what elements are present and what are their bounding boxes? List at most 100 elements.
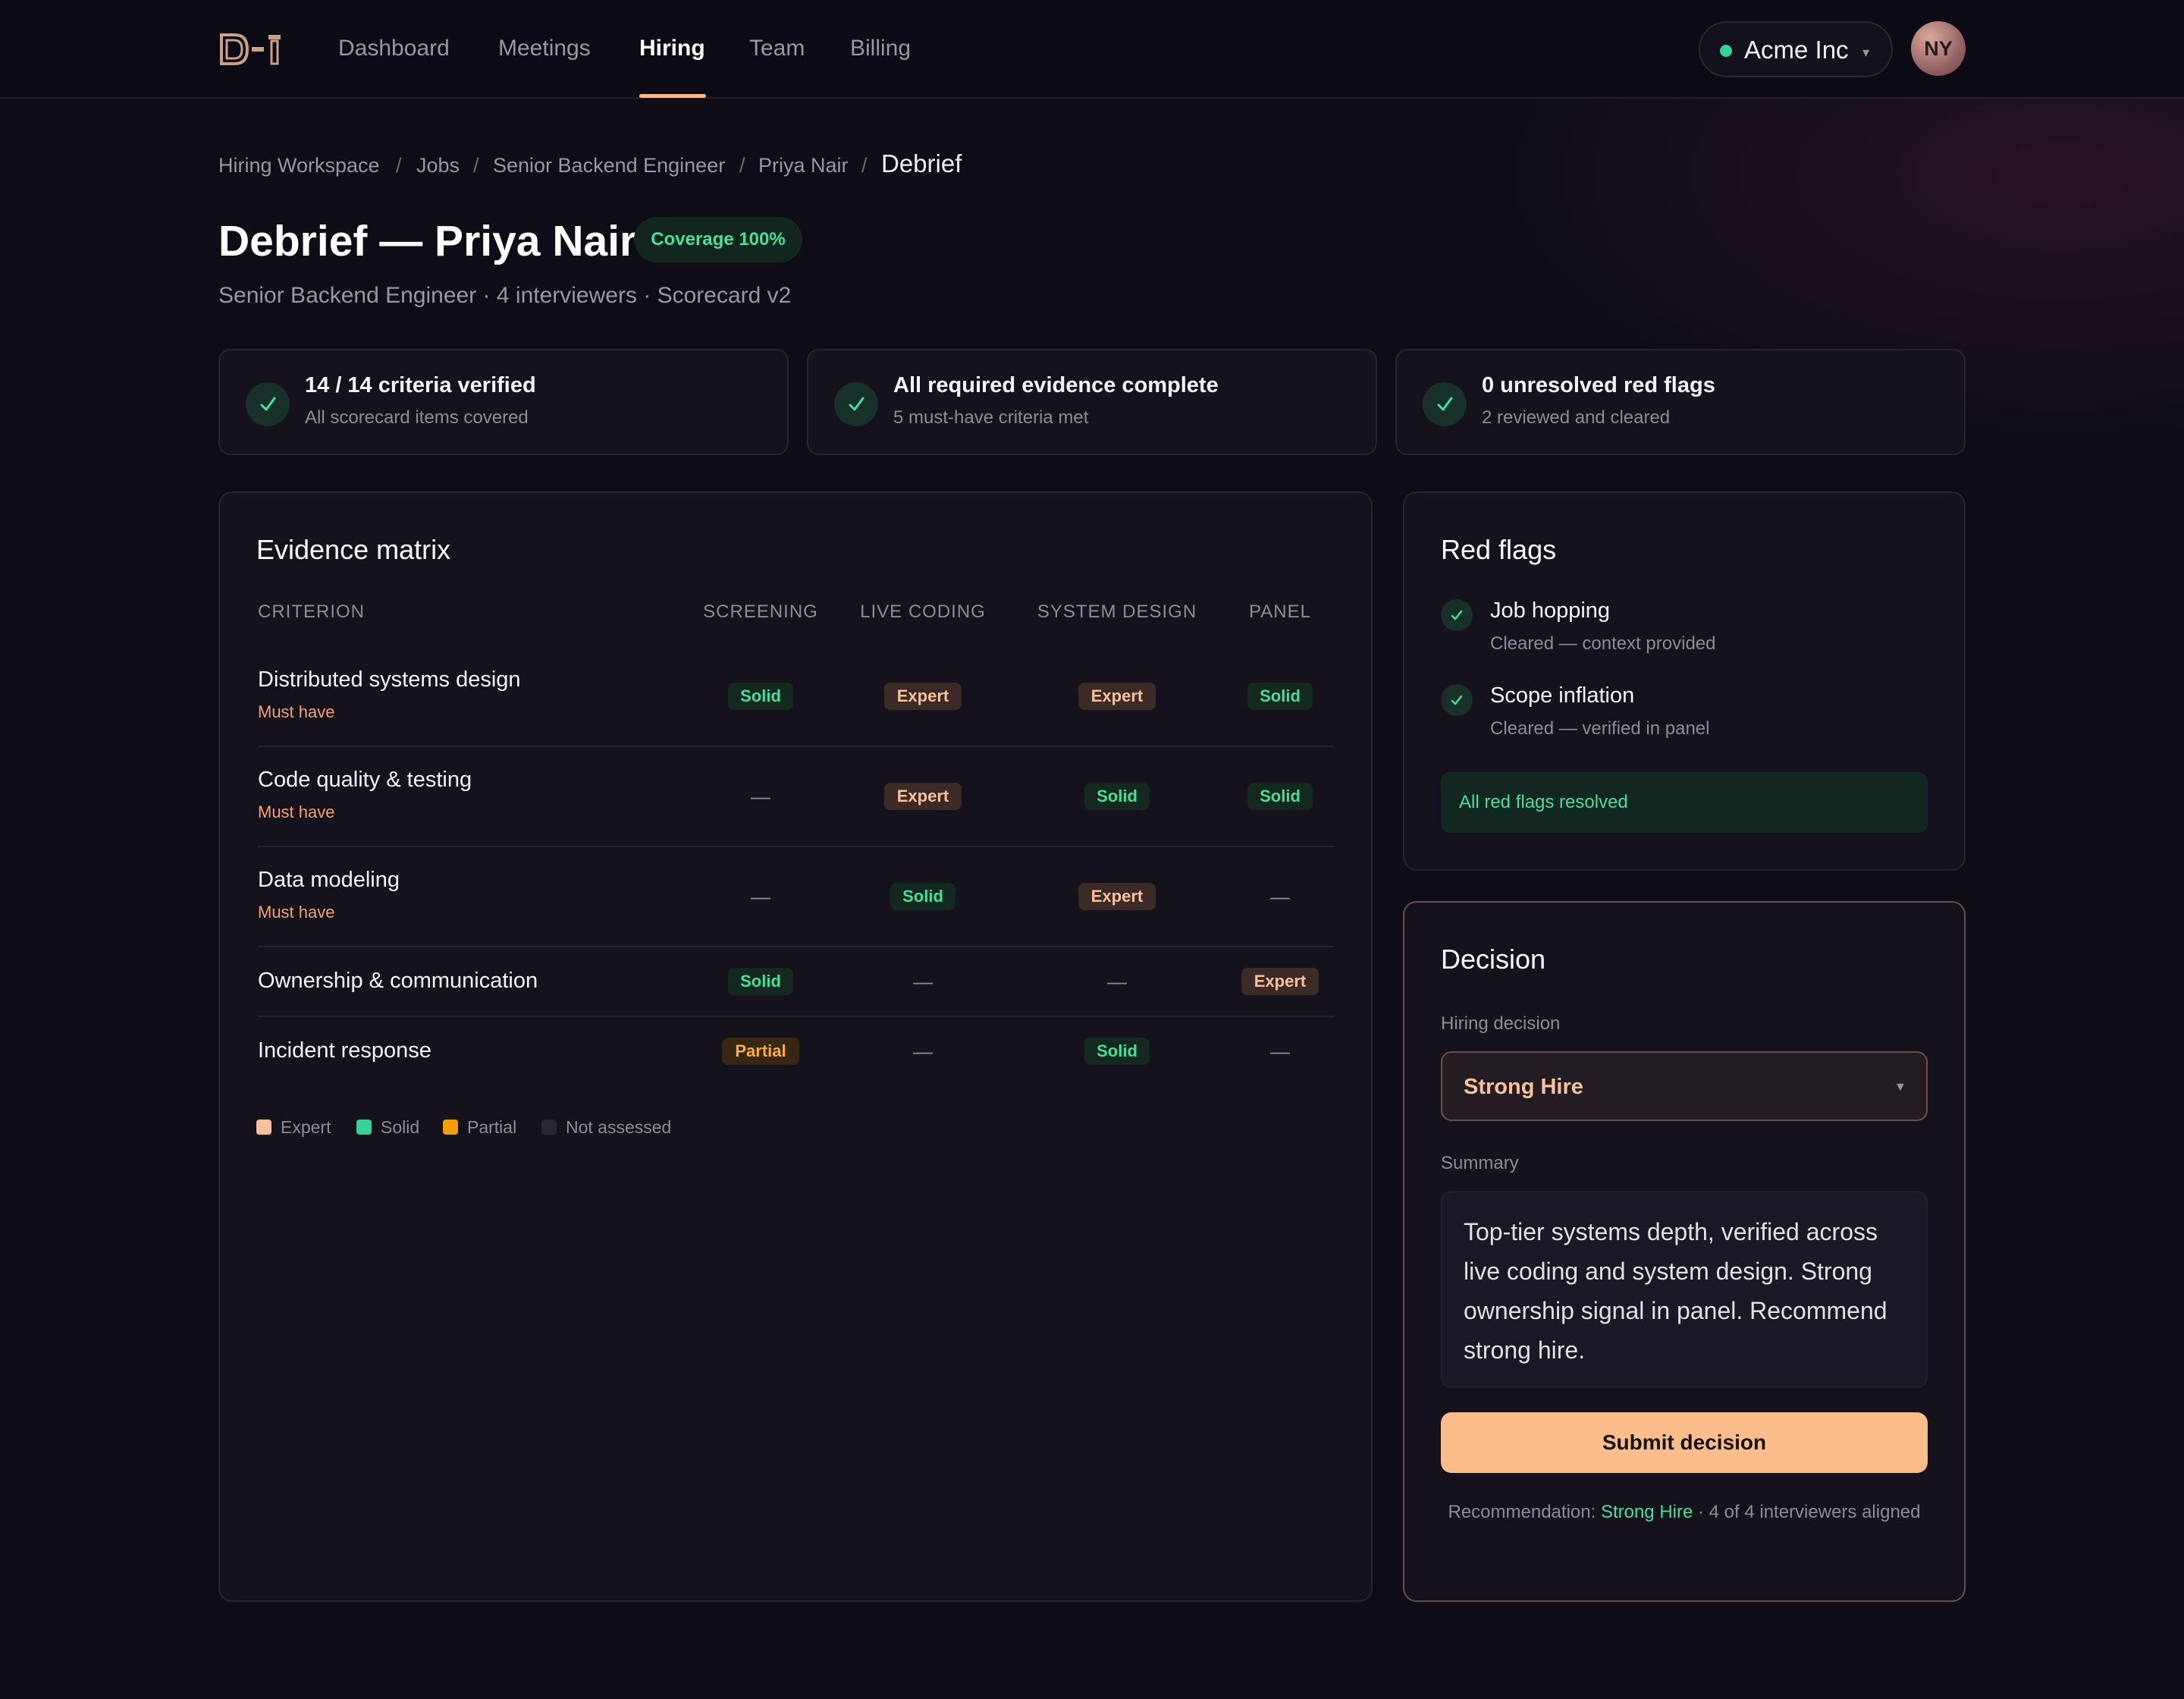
must-have-tag: Must have: [258, 702, 335, 721]
stat-subtitle: All scorecard items covered: [305, 407, 529, 428]
coverage-badge: Coverage 100%: [634, 217, 802, 262]
hiring-decision-label: Hiring decision: [1441, 1013, 1561, 1034]
org-switcher[interactable]: Acme Inc ▾: [1699, 21, 1893, 77]
hiring-decision-select[interactable]: Strong Hire ▼: [1441, 1051, 1928, 1121]
must-have-tag: Must have: [258, 903, 335, 922]
org-name: Acme Inc: [1744, 36, 1849, 64]
page-subtitle: Senior Backend Engineer · 4 interviewers…: [218, 283, 792, 308]
evidence-cell[interactable]: Solid: [1247, 683, 1313, 710]
stat-card-evidence: All required evidence complete 5 must-ha…: [807, 349, 1377, 455]
legend-swatch-expert: [256, 1120, 271, 1135]
column-header-panel: PANEL: [1249, 601, 1311, 622]
evidence-cell[interactable]: Solid: [1084, 1038, 1150, 1065]
legend-label: Not assessed: [566, 1117, 672, 1137]
row-divider: [258, 1016, 1335, 1017]
evidence-cell-empty: —: [1107, 970, 1127, 993]
evidence-cell-empty: —: [751, 885, 770, 908]
nav-team[interactable]: Team: [749, 33, 805, 64]
evidence-cell[interactable]: Solid: [728, 968, 793, 995]
evidence-matrix-title: Evidence matrix: [256, 534, 451, 565]
evidence-cell[interactable]: Partial: [722, 1038, 799, 1065]
check-icon: [246, 382, 290, 426]
breadcrumb-separator: /: [739, 154, 745, 177]
criterion-name: Code quality & testing: [258, 768, 472, 792]
legend-label: Expert: [281, 1117, 331, 1137]
breadcrumb-jobs[interactable]: Jobs: [416, 152, 460, 179]
evidence-cell[interactable]: Solid: [1247, 783, 1313, 810]
app-logo[interactable]: [218, 30, 285, 68]
evidence-cell[interactable]: Expert: [884, 683, 962, 710]
legend-label: Solid: [381, 1117, 420, 1137]
check-icon: [1441, 599, 1473, 631]
breadcrumb-current: Debrief: [881, 149, 962, 177]
selected-decision: Strong Hire: [1464, 1075, 1583, 1099]
column-header-live-coding: LIVE CODING: [860, 601, 986, 622]
user-avatar[interactable]: NY: [1911, 21, 1966, 76]
stat-title: All required evidence complete: [893, 373, 1219, 397]
summary-label: Summary: [1441, 1153, 1519, 1173]
legend-swatch-not-assessed: [541, 1120, 557, 1135]
chevron-down-icon: ▾: [1862, 45, 1870, 60]
row-divider: [258, 746, 1335, 747]
breadcrumb-hiring-workspace[interactable]: Hiring Workspace: [218, 152, 380, 179]
check-icon: [834, 382, 878, 426]
criterion-name: Ownership & communication: [258, 969, 538, 993]
row-divider: [258, 846, 1335, 847]
evidence-cell[interactable]: Expert: [884, 783, 962, 810]
stat-title: 14 / 14 criteria verified: [305, 373, 536, 397]
chevron-down-icon: ▼: [1894, 1081, 1906, 1094]
decision-title: Decision: [1441, 944, 1546, 975]
breadcrumb-separator: /: [861, 154, 868, 177]
check-icon: [1423, 382, 1467, 426]
legend-label: Partial: [467, 1117, 517, 1137]
evidence-cell[interactable]: Solid: [728, 683, 793, 710]
summary-textarea[interactable]: Top-tier systems depth, verified across …: [1441, 1191, 1928, 1388]
stat-title: 0 unresolved red flags: [1482, 373, 1715, 397]
evidence-cell[interactable]: Expert: [1241, 968, 1319, 995]
check-icon: [1441, 684, 1473, 716]
recommendation-value: Strong Hire: [1600, 1502, 1693, 1522]
stat-subtitle: 5 must-have criteria met: [893, 407, 1089, 428]
breadcrumb-separator: /: [473, 154, 479, 177]
submit-decision-button[interactable]: Submit decision: [1441, 1412, 1928, 1473]
evidence-cell-empty: —: [913, 970, 933, 993]
evidence-cell-empty: —: [751, 785, 770, 808]
evidence-cell[interactable]: Expert: [1078, 683, 1156, 710]
nav-dashboard[interactable]: Dashboard: [338, 33, 450, 64]
stat-card-criteria: 14 / 14 criteria verified All scorecard …: [218, 349, 789, 455]
evidence-cell-empty: —: [913, 1040, 933, 1063]
stat-card-red-flags: 0 unresolved red flags 2 reviewed and cl…: [1395, 349, 1966, 455]
red-flag-title: Scope inflation: [1490, 683, 1635, 708]
criterion-name: Data modeling: [258, 868, 400, 892]
breadcrumb-job-title[interactable]: Senior Backend Engineer: [493, 152, 725, 179]
recommendation-line: Recommendation: Strong Hire · 4 of 4 int…: [1441, 1494, 1928, 1531]
evidence-cell-empty: —: [1270, 1040, 1290, 1063]
legend-swatch-partial: [443, 1120, 458, 1135]
recommendation-prefix: Recommendation:: [1448, 1502, 1601, 1522]
page-title: Debrief — Priya Nair: [218, 217, 637, 265]
evidence-cell[interactable]: Solid: [1084, 783, 1150, 810]
criterion-name: Distributed systems design: [258, 667, 521, 692]
nav-meetings[interactable]: Meetings: [498, 33, 591, 64]
evidence-cell-empty: —: [1270, 885, 1290, 908]
top-navigation: Dashboard Meetings Hiring Team Billing A…: [0, 0, 2184, 99]
all-resolved-banner: All red flags resolved: [1441, 772, 1928, 833]
active-tab-indicator: [639, 94, 706, 98]
nav-billing[interactable]: Billing: [850, 33, 911, 64]
row-divider: [258, 946, 1335, 947]
red-flags-title: Red flags: [1441, 534, 1557, 565]
red-flag-status: Cleared — verified in panel: [1490, 718, 1710, 739]
breadcrumb-separator: /: [396, 154, 402, 177]
legend-swatch-solid: [356, 1120, 372, 1135]
criterion-name: Incident response: [258, 1038, 431, 1063]
column-header-criterion: CRITERION: [258, 601, 365, 622]
red-flag-status: Cleared — context provided: [1490, 633, 1716, 654]
evidence-cell[interactable]: Solid: [890, 883, 956, 910]
stat-subtitle: 2 reviewed and cleared: [1482, 407, 1671, 428]
must-have-tag: Must have: [258, 802, 335, 821]
status-dot-icon: [1720, 45, 1732, 57]
evidence-cell[interactable]: Expert: [1078, 883, 1156, 910]
nav-hiring[interactable]: Hiring: [639, 33, 705, 64]
breadcrumb-candidate[interactable]: Priya Nair: [758, 152, 849, 179]
column-header-system-design: SYSTEM DESIGN: [1037, 601, 1197, 622]
